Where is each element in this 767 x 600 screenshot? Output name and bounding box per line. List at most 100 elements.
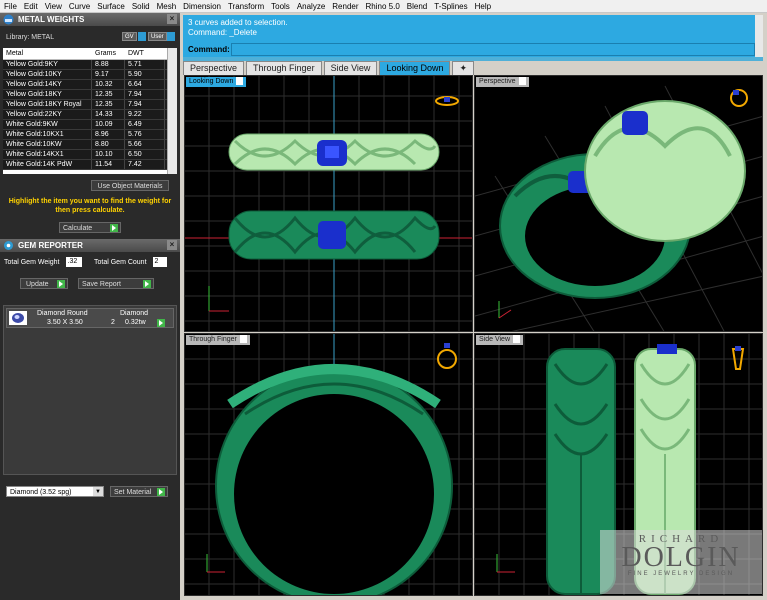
cell-grams: 8.88: [92, 60, 125, 69]
gem-reporter-header: GEM REPORTER ×: [0, 239, 180, 252]
viewport-label[interactable]: Through Finger: [186, 335, 250, 345]
menu-view[interactable]: View: [45, 2, 62, 11]
table-row[interactable]: Yellow Gold:22KY 14.33 9.22: [3, 110, 177, 120]
user-chip[interactable]: User: [148, 32, 167, 41]
column-grams[interactable]: Grams: [92, 48, 125, 59]
menu-file[interactable]: File: [4, 2, 17, 11]
menu-mesh[interactable]: Mesh: [157, 2, 177, 11]
gem-table: Diamond Round Diamond 3.50 X 3.50 2 0.32…: [3, 305, 177, 475]
menu-rhino5[interactable]: Rhino 5.0: [366, 2, 400, 11]
diamond-icon: [9, 311, 27, 325]
menu-blend[interactable]: Blend: [407, 2, 427, 11]
library-label: Library: METAL: [6, 33, 55, 41]
calculate-label: Calculate: [63, 225, 93, 232]
cell-dwt: 6.50: [125, 150, 165, 159]
viewport-label-text: Perspective: [479, 78, 516, 85]
menu-analyze[interactable]: Analyze: [297, 2, 325, 11]
dark-green-band: [228, 210, 440, 260]
viewport-label[interactable]: Looking Down: [186, 77, 247, 87]
user-toggle-button[interactable]: [167, 32, 175, 41]
set-material-label: Set Material: [114, 489, 152, 496]
command-history: 3 curves added to selection. Command: _D…: [183, 15, 755, 43]
history-line-1: 3 curves added to selection.: [188, 18, 288, 27]
viewport-label-text: Side View: [479, 336, 511, 343]
table-row[interactable]: Yellow Gold:10KY 9.17 5.90: [3, 70, 177, 80]
close-icon[interactable]: ×: [167, 240, 177, 250]
update-button[interactable]: Update: [20, 278, 68, 289]
tab-through-finger[interactable]: Through Finger: [246, 61, 322, 75]
light-green-ring: [584, 100, 746, 242]
play-icon[interactable]: [157, 319, 165, 327]
table-row[interactable]: Yellow Gold:18KY 12.35 7.94: [3, 90, 177, 100]
menu-surface[interactable]: Surface: [97, 2, 125, 11]
table-row[interactable]: Yellow Gold:18KY Royal 12.35 7.94: [3, 100, 177, 110]
material-select[interactable]: Diamond (3.52 spg) ▼: [6, 486, 104, 497]
table-row[interactable]: White Gold:14K PdW 11.54 7.42: [3, 160, 177, 170]
cell-dwt: 7.42: [125, 160, 165, 169]
total-weight-row: Total Gem Weight .32: [4, 257, 82, 267]
menu-tsplines[interactable]: T-Splines: [434, 2, 467, 11]
gv-toggle-button[interactable]: [138, 32, 146, 41]
ring-profile: [215, 364, 453, 595]
set-material-button[interactable]: Set Material: [110, 486, 168, 497]
table-row[interactable]: White Gold:10KX1 8.96 5.76: [3, 130, 177, 140]
cell-grams: 12.35: [92, 100, 125, 109]
viewport-label-text: Looking Down: [189, 78, 234, 85]
calculate-button[interactable]: Calculate: [59, 222, 121, 233]
cell-grams: 8.80: [92, 140, 125, 149]
hint-text: Highlight the item you want to find the …: [8, 198, 172, 214]
viewport-label[interactable]: Perspective: [476, 77, 529, 87]
viewport-label[interactable]: Side View: [476, 335, 524, 345]
cell-metal: Yellow Gold:18KY: [3, 90, 92, 99]
command-input[interactable]: [231, 43, 755, 56]
use-object-materials-button[interactable]: Use Object Materials: [91, 180, 169, 191]
menu-curve[interactable]: Curve: [69, 2, 90, 11]
menu-transform[interactable]: Transform: [228, 2, 264, 11]
cell-dwt: 6.49: [125, 120, 165, 129]
tab-perspective[interactable]: Perspective: [183, 61, 245, 75]
close-icon[interactable]: ×: [167, 14, 177, 24]
menu-solid[interactable]: Solid: [132, 2, 150, 11]
table-scrollbar[interactable]: [167, 48, 177, 174]
column-dwt[interactable]: DWT: [125, 48, 165, 59]
gv-chip[interactable]: GV: [122, 32, 137, 41]
table-row[interactable]: White Gold:9KW 10.09 6.49: [3, 120, 177, 130]
table-row[interactable]: Yellow Gold:9KY 8.88 5.71: [3, 60, 177, 70]
menu-help[interactable]: Help: [475, 2, 491, 11]
column-metal[interactable]: Metal: [3, 48, 92, 59]
cell-dwt: 5.90: [125, 70, 165, 79]
add-tab-button[interactable]: ✦: [452, 61, 475, 75]
command-area: 3 curves added to selection. Command: _D…: [183, 15, 763, 61]
cell-dwt: 6.64: [125, 80, 165, 89]
looking-down-render: [185, 76, 472, 331]
total-count-value: 2: [152, 257, 167, 267]
viewport-looking-down[interactable]: Looking Down: [184, 75, 473, 332]
chevron-down-icon: [513, 335, 521, 344]
save-report-button[interactable]: Save Report: [78, 278, 154, 289]
table-row[interactable]: Yellow Gold:14KY 10.32 6.64: [3, 80, 177, 90]
menu-bar: File Edit View Curve Surface Solid Mesh …: [0, 0, 767, 13]
tab-side-view[interactable]: Side View: [323, 61, 378, 75]
table-row[interactable]: White Gold:10KW 8.80 5.66: [3, 140, 177, 150]
gem-row[interactable]: Diamond Round Diamond 3.50 X 3.50 2 0.32…: [6, 308, 174, 328]
scale-icon: [3, 14, 14, 25]
total-weight-value: .32: [65, 257, 82, 267]
command-scrollbar[interactable]: [755, 15, 763, 57]
cell-metal: White Gold:10KW: [3, 140, 92, 149]
menu-tools[interactable]: Tools: [271, 2, 290, 11]
ring-orientation-icon: [437, 343, 457, 369]
cell-dwt: 5.71: [125, 60, 165, 69]
menu-dimension[interactable]: Dimension: [183, 2, 221, 11]
play-icon: [110, 224, 118, 232]
menu-edit[interactable]: Edit: [24, 2, 38, 11]
menu-render[interactable]: Render: [332, 2, 358, 11]
tab-looking-down[interactable]: Looking Down: [379, 61, 451, 75]
viewport-through-finger[interactable]: Through Finger: [184, 333, 473, 596]
library-line: Library: METAL GV User: [0, 26, 180, 48]
cell-metal: White Gold:10KX1: [3, 130, 92, 139]
viewport-perspective[interactable]: Perspective: [474, 75, 763, 332]
total-weight-label: Total Gem Weight: [4, 258, 60, 266]
light-green-band: [228, 133, 440, 171]
table-row[interactable]: White Gold:14KX1 10.10 6.50: [3, 150, 177, 160]
viewport-label-text: Through Finger: [189, 336, 237, 343]
